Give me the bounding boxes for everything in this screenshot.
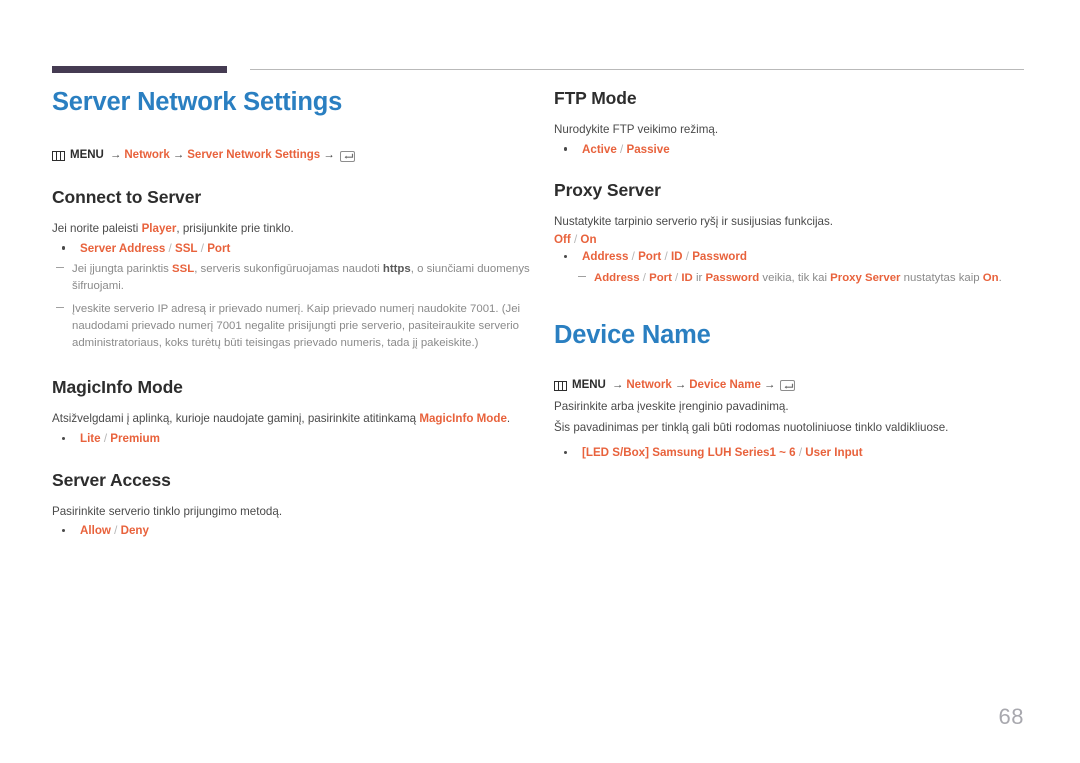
body-server-access: Pasirinkite serverio tinklo prijungimo m…: [52, 504, 283, 518]
arrow-icon: →: [674, 378, 687, 391]
list-item: Server Address / SSL / Port: [52, 240, 532, 257]
option-port[interactable]: Port: [207, 242, 230, 255]
body-magicinfo-mode: Atsižvelgdami į aplinką, kurioje naudoja…: [52, 411, 532, 428]
page-title-device-name: Device Name: [554, 320, 711, 349]
breadcrumb-item-device-name[interactable]: Device Name: [689, 379, 761, 392]
header-accent-bar: [52, 66, 227, 73]
left-column: Server Network Settings MENU → Network →…: [52, 88, 532, 540]
highlight-on: On: [982, 271, 999, 284]
arrow-icon: →: [611, 378, 624, 391]
options-list-magicinfo-mode: Lite / Premium: [52, 430, 532, 447]
text-fragment: veikia, tik kai: [759, 271, 831, 284]
option-password[interactable]: Password: [692, 250, 747, 263]
text-fragment: Jei norite paleisti: [52, 221, 142, 235]
options-list-server-access: Allow / Deny: [52, 522, 532, 539]
option-passive[interactable]: Passive: [626, 143, 669, 156]
arrow-icon: →: [172, 149, 185, 162]
options-list-device-name: [LED S/Box] Samsung LUH Series1 ~ 6 / Us…: [554, 444, 1030, 461]
options-list-proxy-server: Address / Port / ID / Password: [554, 248, 1030, 265]
option-server-address[interactable]: Server Address: [80, 242, 165, 255]
arrow-icon: →: [323, 149, 335, 162]
highlight-port: Port: [649, 271, 672, 284]
options-list-ftp-mode: Active / Passive: [554, 141, 1030, 158]
option-allow[interactable]: Allow: [80, 524, 111, 537]
body-proxy-server: Nustatykite tarpinio serverio ryšį ir su…: [554, 215, 833, 229]
enter-key-icon: [339, 150, 355, 162]
body-device-name-2: Šis pavadinimas per tinklą gali būti rod…: [554, 421, 949, 435]
page-number: 68: [998, 704, 1024, 729]
option-lite[interactable]: Lite: [80, 432, 101, 445]
list-item: Lite / Premium: [52, 430, 532, 447]
breadcrumb-menu-label: MENU: [70, 149, 104, 162]
text-fragment: .: [998, 271, 1002, 284]
breadcrumb-server-network-settings: MENU → Network → Server Network Settings…: [52, 150, 532, 162]
option-deny[interactable]: Deny: [121, 524, 149, 537]
page-header: [0, 0, 1080, 80]
arrow-icon: →: [109, 149, 122, 162]
right-column: FTP Mode Nurodykite FTP veikimo režimą. …: [554, 88, 1030, 461]
note-proxy-requires-on: Address / Port / ID ir Password veikia, …: [554, 270, 1030, 287]
enter-key-icon: [780, 380, 796, 392]
menu-grid-icon: [554, 380, 567, 391]
section-title-proxy-server: Proxy Server: [554, 180, 661, 201]
option-ssl[interactable]: SSL: [175, 242, 198, 255]
text-fragment: Atsižvelgdami į aplinką, kurioje naudoja…: [52, 412, 420, 426]
breadcrumb-item-server-network-settings[interactable]: Server Network Settings: [187, 150, 320, 162]
highlight-address: Address: [594, 271, 640, 284]
breadcrumb-item-network[interactable]: Network: [124, 150, 169, 162]
highlight-https: https: [382, 263, 411, 275]
breadcrumb-menu-label: MENU: [572, 378, 606, 391]
list-item: [LED S/Box] Samsung LUH Series1 ~ 6 / Us…: [554, 444, 1030, 461]
section-title-connect-to-server: Connect to Server: [52, 186, 202, 207]
body-device-name-1: Pasirinkite arba įveskite įrenginio pava…: [554, 400, 789, 414]
text-fragment: Jei įjungta parinktis: [72, 263, 173, 275]
arrow-icon: →: [763, 378, 776, 391]
highlight-id: ID: [681, 271, 693, 284]
text-fragment: ir: [692, 271, 706, 284]
text-fragment: , serveris sukonfigūruojamas naudoti: [194, 263, 383, 275]
highlight-magicinfo-mode: MagicInfo Mode: [419, 412, 507, 426]
highlight-ssl: SSL: [172, 263, 195, 275]
body-connect-to-server: Jei norite paleisti Player, prisijunkite…: [52, 221, 532, 238]
section-title-magicinfo-mode: MagicInfo Mode: [52, 377, 183, 398]
option-port[interactable]: Port: [638, 250, 661, 263]
list-item: Allow / Deny: [52, 522, 532, 539]
page-title: Server Network Settings: [52, 88, 343, 116]
options-proxy-onoff: Off / On: [554, 232, 597, 246]
option-premium[interactable]: Premium: [110, 432, 160, 445]
note-ssl-https: Jei įjungta parinktis SSL, serveris suko…: [52, 261, 532, 295]
highlight-player: Player: [141, 221, 177, 235]
list-item: Address / Port / ID / Password: [554, 248, 1030, 265]
body-ftp-mode: Nurodykite FTP veikimo režimą.: [554, 123, 719, 136]
option-led-sbox-samsung-luh-series[interactable]: [LED S/Box] Samsung LUH Series1 ~ 6: [582, 446, 796, 459]
breadcrumb-device-name: MENU → Network → Device Name →: [554, 378, 1030, 392]
highlight-proxy-server: Proxy Server: [830, 271, 901, 284]
text-fragment: .: [506, 412, 511, 426]
option-address[interactable]: Address: [582, 250, 628, 263]
option-user-input[interactable]: User Input: [805, 446, 862, 459]
option-off[interactable]: Off: [554, 233, 571, 246]
option-id[interactable]: ID: [671, 250, 683, 263]
section-title-server-access: Server Access: [52, 469, 171, 490]
list-item: Active / Passive: [554, 141, 1030, 158]
menu-grid-icon: [52, 151, 65, 162]
text-fragment: , prisijunkite prie tinklo.: [176, 221, 294, 235]
text-fragment: nustatytas kaip: [900, 271, 983, 284]
option-active[interactable]: Active: [582, 143, 617, 156]
highlight-password: Password: [705, 271, 760, 284]
option-on[interactable]: On: [580, 233, 596, 246]
note-ip-port: Įveskite serverio IP adresą ir prievado …: [52, 301, 532, 352]
section-title-ftp-mode: FTP Mode: [554, 88, 637, 108]
options-list-connect-to-server: Server Address / SSL / Port: [52, 240, 532, 257]
breadcrumb-item-network[interactable]: Network: [626, 379, 671, 392]
header-divider-line: [250, 69, 1024, 70]
